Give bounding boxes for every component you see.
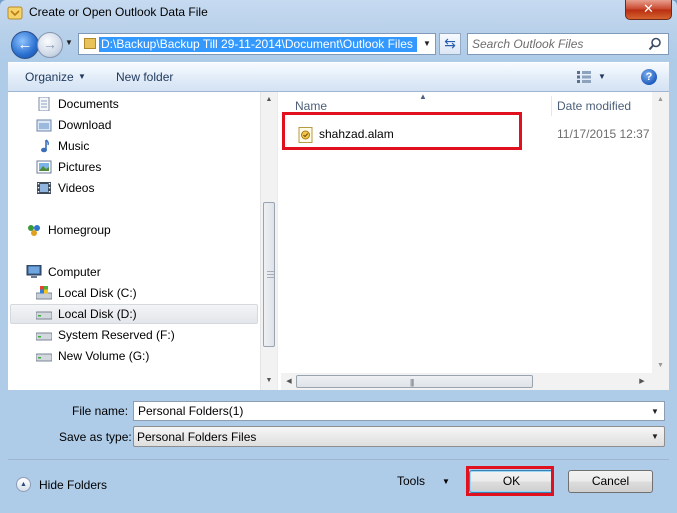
cancel-button[interactable]: Cancel bbox=[568, 470, 653, 493]
save-as-type-dropdown-icon[interactable]: ▼ bbox=[649, 430, 661, 444]
scrollbar-thumb[interactable]: — — — bbox=[263, 202, 275, 347]
search-icon[interactable] bbox=[648, 37, 662, 51]
system-drive-icon bbox=[36, 286, 52, 300]
sidebar-item-label: Videos bbox=[58, 181, 95, 195]
file-list-horizontal-scrollbar[interactable]: ◀ ||| ▶ bbox=[281, 373, 652, 390]
search-input[interactable] bbox=[472, 36, 642, 52]
file-name-value[interactable]: Personal Folders(1) bbox=[138, 404, 243, 418]
views-icon[interactable] bbox=[577, 71, 591, 83]
refresh-button[interactable]: ⇆ bbox=[439, 33, 461, 55]
address-dropdown-icon[interactable]: ▼ bbox=[421, 37, 433, 51]
file-date-modified: 11/17/2015 12:37 ... bbox=[557, 127, 663, 141]
recent-locations-dropdown[interactable]: ▼ bbox=[63, 36, 75, 50]
close-button[interactable]: ✕ bbox=[625, 0, 672, 20]
drive-icon bbox=[36, 332, 52, 341]
file-name-label: File name: bbox=[72, 404, 129, 418]
command-bar: Organize ▼ New folder ▼ ? bbox=[8, 62, 669, 92]
scroll-up-icon[interactable]: ▲ bbox=[261, 94, 277, 106]
outlook-data-file-icon bbox=[7, 6, 23, 20]
help-button[interactable]: ? bbox=[641, 69, 657, 85]
sidebar-item-label: Pictures bbox=[58, 160, 102, 174]
grip-icon: — — — bbox=[267, 268, 274, 281]
documents-icon bbox=[38, 97, 50, 111]
sidebar-item-label: Local Disk (C:) bbox=[58, 286, 137, 300]
save-as-type-value: Personal Folders Files bbox=[137, 430, 257, 444]
file-name-dropdown-icon[interactable]: ▼ bbox=[649, 405, 661, 419]
new-folder-button[interactable]: New folder bbox=[116, 70, 173, 84]
save-as-type-select[interactable]: Personal Folders Files ▼ bbox=[133, 426, 665, 447]
grip-icon: ||| bbox=[410, 378, 414, 387]
sidebar-item-label: Local Disk (D:) bbox=[58, 307, 137, 321]
back-arrow-icon: ← bbox=[17, 36, 33, 53]
music-icon bbox=[41, 139, 49, 153]
forward-button[interactable]: → bbox=[37, 32, 63, 58]
scroll-left-icon[interactable]: ◀ bbox=[283, 375, 295, 388]
organize-dropdown-icon[interactable]: ▼ bbox=[78, 72, 86, 81]
highlight-annotation-ok bbox=[466, 466, 554, 496]
sidebar-item-label: Computer bbox=[48, 265, 101, 279]
scroll-down-icon[interactable]: ▼ bbox=[652, 360, 669, 372]
collapse-up-icon: ▲ bbox=[16, 477, 31, 492]
highlight-annotation-file bbox=[282, 112, 522, 150]
save-as-type-label: Save as type: bbox=[59, 430, 132, 444]
address-bar[interactable]: D:\Backup\Backup Till 29-11-2014\Documen… bbox=[78, 33, 436, 55]
sidebar-item-label: Music bbox=[58, 139, 90, 153]
sidebar-item-label: Download bbox=[58, 118, 112, 132]
drive-icon bbox=[36, 353, 52, 362]
folder-icon bbox=[84, 38, 96, 49]
sidebar-item-label: Homegroup bbox=[48, 223, 111, 237]
videos-icon bbox=[37, 182, 51, 194]
address-path[interactable]: D:\Backup\Backup Till 29-11-2014\Documen… bbox=[99, 37, 417, 52]
scroll-up-icon[interactable]: ▲ bbox=[652, 94, 669, 106]
file-list-vertical-scrollbar[interactable]: ▲ ▼ bbox=[652, 92, 669, 390]
column-header-date-modified[interactable]: Date modified bbox=[557, 99, 631, 113]
navigation-scrollbar[interactable]: ▲ — — — ▼ bbox=[260, 92, 277, 390]
window-title: Create or Open Outlook Data File bbox=[29, 5, 208, 19]
navigation-pane[interactable]: Documents Download Music Pictures Videos… bbox=[8, 92, 260, 390]
tools-button[interactable]: Tools bbox=[397, 474, 425, 488]
sidebar-item-label: System Reserved (F:) bbox=[58, 328, 175, 342]
dialog-window: Create or Open Outlook Data File ✕ ← → ▼… bbox=[0, 0, 677, 513]
views-dropdown-icon[interactable]: ▼ bbox=[598, 72, 606, 81]
scrollbar-thumb[interactable]: ||| bbox=[296, 375, 533, 388]
scroll-down-icon[interactable]: ▼ bbox=[261, 375, 277, 387]
homegroup-icon bbox=[28, 225, 40, 236]
divider bbox=[8, 459, 669, 460]
back-button[interactable]: ← bbox=[11, 31, 39, 59]
computer-icon bbox=[26, 265, 42, 278]
refresh-icon: ⇆ bbox=[444, 35, 456, 51]
search-box[interactable] bbox=[467, 33, 669, 55]
sidebar-item-label: New Volume (G:) bbox=[58, 349, 150, 363]
file-name-field[interactable]: Personal Folders(1) ▼ bbox=[133, 401, 665, 421]
pictures-icon bbox=[36, 160, 52, 174]
tools-dropdown-icon[interactable]: ▼ bbox=[442, 477, 450, 486]
column-separator[interactable] bbox=[551, 96, 552, 116]
column-header-name[interactable]: Name bbox=[295, 99, 327, 113]
title-bar[interactable]: Create or Open Outlook Data File ✕ bbox=[0, 0, 677, 27]
forward-arrow-icon: → bbox=[43, 36, 57, 52]
organize-button[interactable]: Organize bbox=[25, 70, 74, 84]
sidebar-item-label: Documents bbox=[58, 97, 119, 111]
download-folder-icon bbox=[36, 119, 52, 132]
sort-ascending-icon: ▲ bbox=[419, 92, 427, 101]
drive-icon bbox=[36, 311, 52, 320]
hide-folders-label: Hide Folders bbox=[39, 478, 108, 492]
scroll-right-icon[interactable]: ▶ bbox=[636, 375, 648, 388]
